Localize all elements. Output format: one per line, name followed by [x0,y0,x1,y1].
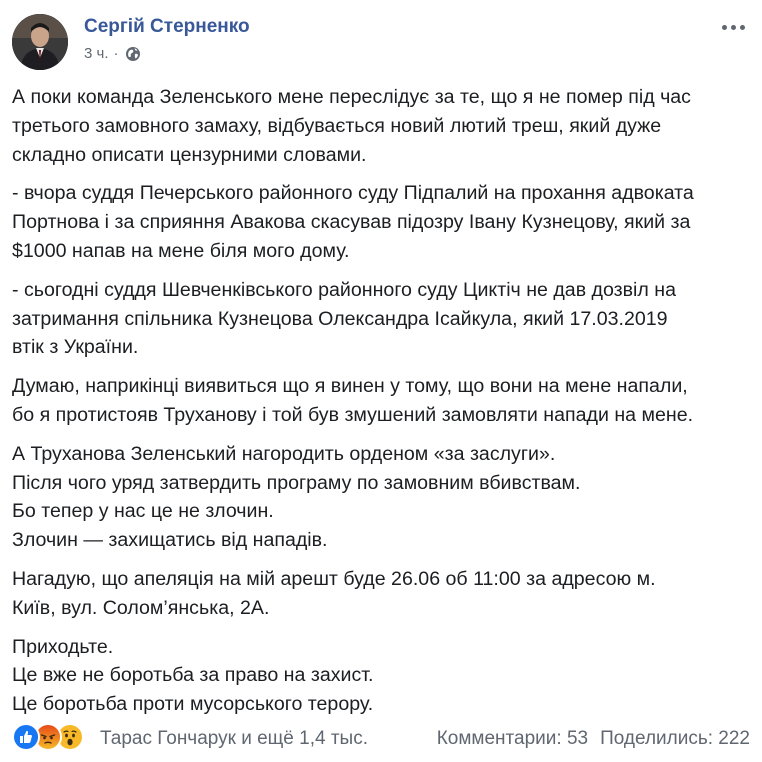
shares-count[interactable]: Поделились: 222 [600,728,750,750]
post-text-line: втік з України. [12,336,139,359]
post-paragraph: - вчора суддя Печерського районного суду… [12,179,747,265]
more-options-button[interactable] [718,16,748,38]
post-timestamp[interactable]: 3 ч. [84,45,109,62]
post-text-line: Портнова і за сприяння Авакова скасував … [12,211,691,234]
post-text-line: Бо тепер у нас це не злочин. [12,500,274,523]
post-text-line: - вчора суддя Печерського районного суду… [12,182,694,205]
post-text-line: Приходьте. [12,635,114,658]
post-text-line: Нагадую, що апеляція на мій арешт буде 2… [12,567,656,590]
post-text-line: третього замовного замаху, відбувається … [12,114,662,137]
post-text-line: - сьогодні суддя Шевченківського районно… [12,278,676,301]
post-text-line: Злочин — захищатись від нападів. [12,529,328,552]
post-paragraph: Думаю, наприкінці виявиться що я винен у… [12,372,747,430]
post-text-line: складно описати цензурними словами. [12,143,367,166]
post-text-line: Київ, вул. Солом’янська, 2А. [12,596,270,619]
post-stats: Комментарии: 53 Поделились: 222 [425,728,750,750]
comments-count[interactable]: Комментарии: 53 [437,728,588,750]
like-icon [12,723,40,751]
meta-separator: · [113,45,119,62]
post-text-line: Думаю, наприкінці виявиться що я винен у… [12,375,688,398]
post-text-line: $1000 напав на мене біля мого дому. [12,239,350,262]
post-text-line: А поки команда Зеленського мене переслід… [12,86,691,108]
post-footer: Тарас Гончарук и ещё 1,4 тыс. Комментари… [12,720,750,756]
post-text-line: Це боротьба проти мусорського терору. [12,693,374,716]
post-text-line: А Труханова Зеленський нагородить ордено… [12,442,556,465]
post-body: А поки команда Зеленського мене переслід… [12,83,747,729]
post-paragraph: А Труханова Зеленський нагородить ордено… [12,440,747,555]
post-meta: 3 ч. · [84,45,141,62]
reactors-summary[interactable]: Тарас Гончарук и ещё 1,4 тыс. [100,728,368,750]
post-text-line: затримання спільника Кузнецова Олександр… [12,307,668,330]
globe-icon[interactable] [125,46,141,62]
more-dot-icon [730,24,736,30]
author-name[interactable]: Сергій Стерненко [84,16,250,38]
reaction-icons[interactable] [12,722,84,752]
post-paragraph: А поки команда Зеленського мене переслід… [12,83,747,169]
post-paragraph: Приходьте. Це вже не боротьба за право на… [12,633,747,719]
more-dot-icon [739,24,745,30]
facebook-post: Сергій Стерненко 3 ч. · А поки команда З… [0,0,762,762]
avatar[interactable] [12,14,68,70]
post-text-line: бо я протистояв Труханову і той був змуш… [12,403,694,426]
post-header: Сергій Стерненко 3 ч. · [12,12,750,72]
post-paragraph: Нагадую, що апеляція на мій арешт буде 2… [12,565,747,623]
more-dot-icon [721,24,727,30]
post-text-line: Це вже не боротьба за право на захист. [12,664,374,687]
post-text-line: Після чого уряд затвердить програму по з… [12,471,581,494]
post-paragraph: - сьогодні суддя Шевченківського районно… [12,276,747,362]
